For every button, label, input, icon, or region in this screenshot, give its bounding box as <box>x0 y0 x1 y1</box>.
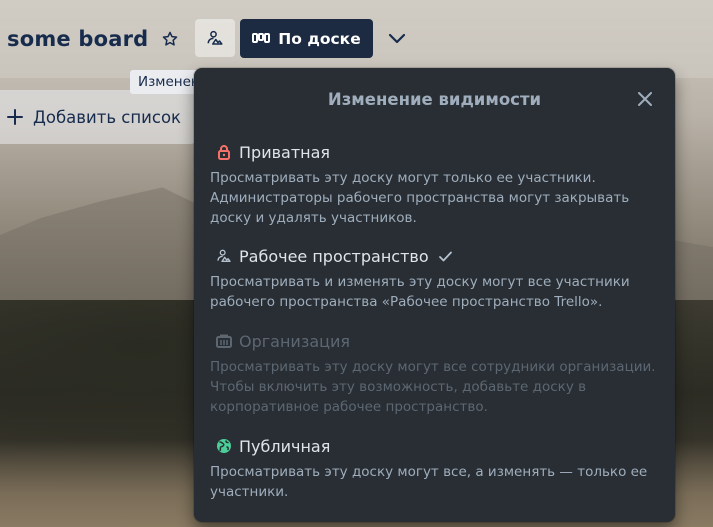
option-description: Просматривать эту доску могут только ее … <box>210 170 630 226</box>
star-board-button[interactable] <box>156 25 184 53</box>
option-label: Приватная <box>239 142 331 162</box>
plus-icon <box>7 109 23 125</box>
visibility-popover: Изменение видимости Приватная Просматрив… <box>194 68 675 522</box>
close-popover-button[interactable] <box>634 88 656 110</box>
workspace-members-icon <box>215 247 233 265</box>
selected-check-icon <box>438 247 452 266</box>
option-label: Организация <box>239 331 351 351</box>
chevron-down-icon <box>388 33 406 44</box>
add-list-button[interactable]: Добавить список <box>0 90 200 144</box>
star-icon <box>162 31 178 46</box>
lock-icon <box>215 143 233 161</box>
board-view-icon <box>252 32 271 43</box>
option-description: Просматривать эту доску могут все сотруд… <box>210 359 656 415</box>
popover-title: Изменение видимости <box>327 90 542 109</box>
workspace-members-icon <box>207 30 223 45</box>
change-visibility-button[interactable] <box>195 19 235 57</box>
visibility-option-public[interactable]: Публичная Просматривать эту доску могут … <box>194 434 675 502</box>
visibility-option-private[interactable]: Приватная Просматривать эту доску могут … <box>194 140 675 228</box>
visibility-option-workspace[interactable]: Рабочее пространство Просматривать и изм… <box>194 244 675 312</box>
organization-icon <box>215 332 233 350</box>
option-label: Публичная <box>239 436 331 456</box>
add-list-label: Добавить список <box>33 107 182 127</box>
globe-icon <box>215 437 233 455</box>
view-switcher-button[interactable] <box>383 25 411 53</box>
board-view-label: По доске <box>278 29 361 48</box>
board-header: some board По доске <box>0 0 713 78</box>
option-label: Рабочее пространство <box>239 246 429 266</box>
option-description: Просматривать эту доску могут все, а изм… <box>210 464 648 500</box>
visibility-option-organization: Организация Просматривать эту доску могу… <box>194 329 675 417</box>
close-icon <box>638 92 652 106</box>
board-view-button[interactable]: По доске <box>240 19 373 58</box>
board-title[interactable]: some board <box>7 27 148 51</box>
option-description: Просматривать и изменять эту доску могут… <box>210 274 630 310</box>
